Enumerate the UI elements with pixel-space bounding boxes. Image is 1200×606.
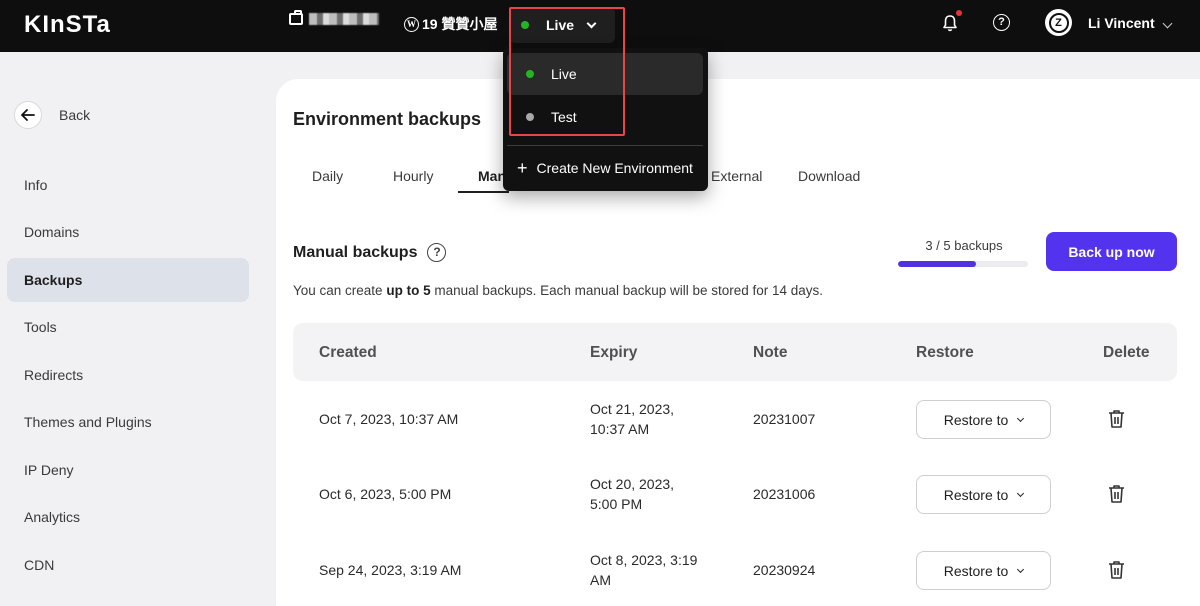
test-status-dot (526, 113, 534, 121)
arrow-left-icon (14, 101, 42, 129)
briefcase-icon (289, 10, 303, 25)
table-header: Created Expiry Note Restore Delete (293, 323, 1177, 381)
table-row: Oct 7, 2023, 10:37 AM Oct 21, 2023, 10:37… (293, 381, 1177, 456)
expiry-date: Oct 20, 2023, 5:00 PM (590, 476, 675, 512)
column-restore: Restore (916, 344, 974, 361)
user-menu-chevron-icon[interactable] (1162, 14, 1173, 32)
section-title: Manual backups ? (293, 243, 447, 262)
site-selector[interactable]: W 19 贊贊小屋 (404, 14, 497, 34)
column-delete: Delete (1103, 344, 1150, 361)
restore-to-button[interactable]: Restore to (916, 475, 1051, 514)
backup-description: You can create up to 5 manual backups. E… (293, 283, 824, 298)
back-up-now-button[interactable]: Back up now (1046, 232, 1177, 271)
chevron-down-icon (1017, 414, 1025, 422)
trash-icon[interactable] (1108, 409, 1125, 429)
environment-dropdown: Live Test + Create New Environment (503, 48, 708, 191)
back-button[interactable]: Back (14, 101, 90, 129)
wordpress-icon: W (404, 16, 419, 32)
sidebar-item-analytics[interactable]: Analytics (7, 496, 249, 540)
question-icon[interactable]: ? (427, 243, 447, 262)
back-label: Back (59, 107, 91, 123)
avatar-initial: Z (1048, 12, 1069, 33)
plus-icon: + (517, 158, 528, 178)
trash-icon[interactable] (1108, 560, 1125, 580)
environment-option-test[interactable]: Test (507, 96, 703, 138)
created-date: Oct 7, 2023, 10:37 AM (319, 411, 459, 427)
environment-switcher[interactable]: Live (509, 7, 615, 43)
tab-external[interactable]: External (711, 168, 762, 184)
column-expiry: Expiry (590, 344, 638, 361)
company-selector[interactable] (289, 10, 379, 25)
tab-download[interactable]: Download (798, 168, 860, 184)
main-panel: Environment backups Daily Hourly Man Ext… (276, 79, 1200, 606)
sidebar-item-ip-deny[interactable]: IP Deny (7, 448, 249, 492)
tab-daily[interactable]: Daily (312, 168, 343, 184)
table-row: Oct 6, 2023, 5:00 PM Oct 20, 2023, 5:00 P… (293, 456, 1177, 531)
site-name: 19 贊贊小屋 (422, 16, 498, 32)
column-created: Created (319, 344, 377, 361)
sidebar-item-cdn[interactable]: CDN (7, 543, 249, 587)
page-title: Environment backups (293, 109, 482, 129)
help-icon[interactable]: ? (993, 14, 1010, 31)
backup-progress-bar (898, 261, 1028, 267)
sidebar-nav: Info Domains Backups Tools Redirects The… (7, 163, 249, 591)
backup-note: 20231006 (753, 486, 816, 502)
environment-option-live[interactable]: Live (507, 53, 703, 95)
backup-note: 20231007 (753, 411, 816, 427)
active-tab-indicator (458, 191, 509, 193)
backup-count: 3 / 5 backups (925, 238, 1003, 253)
chevron-down-icon (1017, 565, 1025, 573)
sidebar-item-tools[interactable]: Tools (7, 306, 249, 350)
sidebar-item-redirects[interactable]: Redirects (7, 353, 249, 397)
created-date: Sep 24, 2023, 3:19 AM (319, 562, 462, 578)
company-name-redacted (309, 13, 379, 25)
restore-to-button[interactable]: Restore to (916, 400, 1051, 439)
sidebar-item-domains[interactable]: Domains (7, 211, 249, 255)
backup-note: 20230924 (753, 562, 816, 578)
manual-backups-heading: Manual backups (293, 243, 418, 261)
expiry-date: Oct 21, 2023, 10:37 AM (590, 401, 675, 437)
sidebar-item-themes-and-plugins[interactable]: Themes and Plugins (7, 401, 249, 445)
tab-manual[interactable]: Man (478, 168, 506, 184)
sidebar: Back Info Domains Backups Tools Redirect… (0, 52, 260, 606)
tab-hourly[interactable]: Hourly (393, 168, 433, 184)
expiry-date: Oct 8, 2023, 3:19 AM (590, 552, 698, 588)
sidebar-item-backups[interactable]: Backups (7, 258, 249, 302)
environment-label: Live (546, 17, 575, 33)
user-name[interactable]: Li Vincent (1088, 15, 1155, 31)
create-new-environment-button[interactable]: + Create New Environment (517, 158, 693, 178)
chevron-down-icon (586, 18, 597, 28)
live-status-dot (526, 70, 534, 78)
chevron-down-icon (1017, 489, 1025, 497)
trash-icon[interactable] (1108, 484, 1125, 504)
top-bar: KInSTa W 19 贊贊小屋 Live ? Z Li Vincent (0, 0, 1200, 52)
bell-icon[interactable] (942, 14, 958, 32)
table-row: Sep 24, 2023, 3:19 AM Oct 8, 2023, 3:19 A… (293, 532, 1177, 606)
kinsta-logo[interactable]: KInSTa (24, 11, 111, 39)
column-note: Note (753, 344, 788, 361)
notification-dot (956, 10, 962, 16)
sidebar-item-info[interactable]: Info (7, 163, 249, 207)
avatar[interactable]: Z (1045, 9, 1072, 36)
created-date: Oct 6, 2023, 5:00 PM (319, 486, 452, 502)
restore-to-button[interactable]: Restore to (916, 551, 1051, 590)
dropdown-divider (507, 145, 703, 146)
live-status-dot (521, 21, 529, 29)
backup-progress-fill (898, 261, 976, 267)
